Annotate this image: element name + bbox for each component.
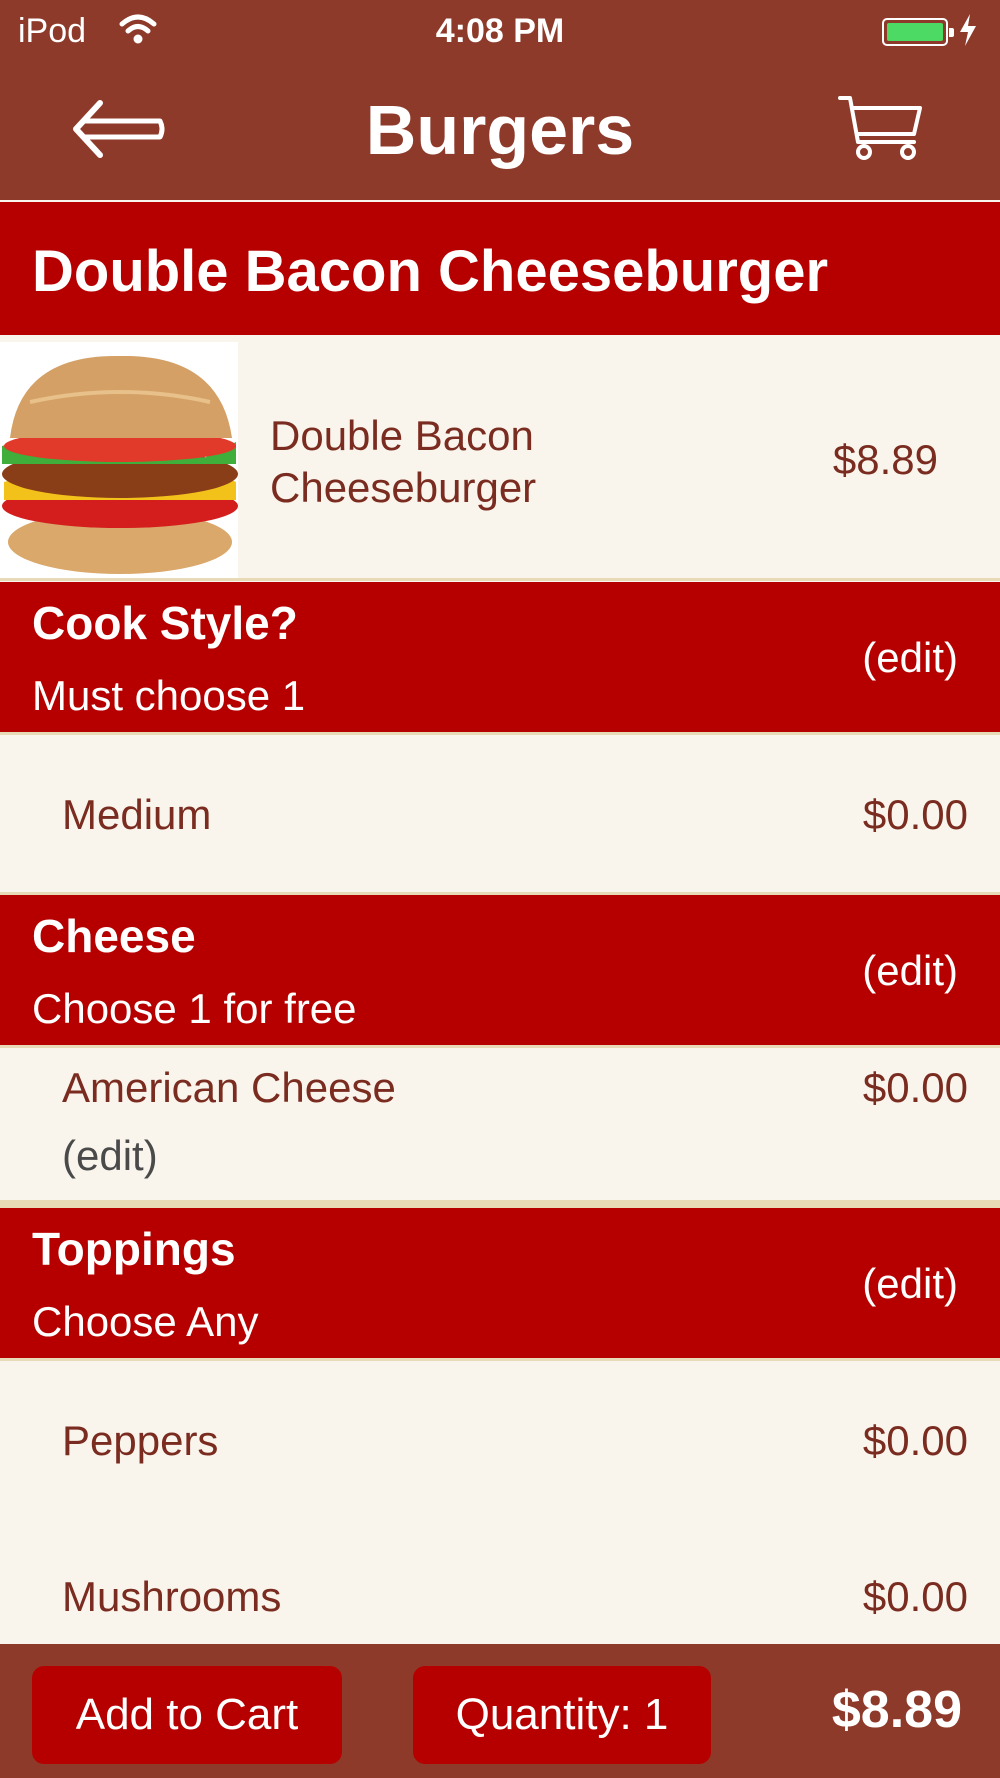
battery-icon <box>882 18 954 46</box>
add-to-cart-button[interactable]: Add to Cart <box>32 1666 342 1764</box>
option-label: Peppers <box>62 1417 219 1464</box>
status-bar: iPod 4:08 PM <box>0 0 1000 62</box>
option-price: $0.00 <box>862 1417 968 1464</box>
section-title: Cheese <box>32 910 196 962</box>
option-price: $0.00 <box>862 1064 968 1111</box>
option-row-american-cheese[interactable]: American Cheese $0.00 (edit) <box>0 1048 1000 1200</box>
divider <box>0 578 1000 581</box>
product-row: Double Bacon Cheeseburger $8.89 <box>0 338 1000 580</box>
option-label: Mushrooms <box>62 1573 282 1620</box>
section-subtitle: Choose Any <box>32 1298 259 1345</box>
option-price: $0.00 <box>862 1573 968 1620</box>
order-total: $8.89 <box>831 1681 962 1739</box>
navigation-bar: Burgers <box>0 62 1000 200</box>
option-row-peppers[interactable]: Peppers $0.00 <box>0 1361 1000 1517</box>
item-title: Double Bacon Cheeseburger <box>32 239 829 304</box>
section-header-cheese: Cheese Choose 1 for free (edit) <box>0 895 1000 1045</box>
section-title: Cook Style? <box>32 597 298 649</box>
product-price: $8.89 <box>832 436 938 483</box>
bottom-toolbar: Add to Cart Quantity: 1 $8.89 <box>0 1644 1000 1778</box>
edit-cook-style-link[interactable]: (edit) <box>862 634 958 682</box>
section-subtitle: Must choose 1 <box>32 672 306 719</box>
edit-toppings-link[interactable]: (edit) <box>862 1260 958 1308</box>
section-title: Toppings <box>32 1223 236 1275</box>
shopping-cart-icon[interactable] <box>836 92 926 164</box>
edit-american-cheese-link[interactable]: (edit) <box>62 1132 158 1180</box>
status-time: 4:08 PM <box>435 12 565 50</box>
option-label: American Cheese <box>62 1064 396 1111</box>
divider <box>0 1200 1000 1208</box>
option-label: Medium <box>62 791 212 838</box>
option-row-medium[interactable]: Medium $0.00 <box>0 735 1000 893</box>
section-header-toppings: Toppings Choose Any (edit) <box>0 1208 1000 1358</box>
section-header-cook-style: Cook Style? Must choose 1 (edit) <box>0 582 1000 732</box>
item-title-banner: Double Bacon Cheeseburger <box>0 202 1000 335</box>
product-name: Double Bacon Cheeseburger <box>270 412 537 511</box>
option-row-mushrooms[interactable]: Mushrooms $0.00 <box>0 1517 1000 1644</box>
option-price: $0.00 <box>862 791 968 838</box>
burger-image <box>0 342 238 578</box>
edit-cheese-link[interactable]: (edit) <box>862 947 958 995</box>
charging-bolt-icon <box>960 14 976 46</box>
quantity-button[interactable]: Quantity: 1 <box>413 1666 711 1764</box>
section-subtitle: Choose 1 for free <box>32 985 357 1032</box>
